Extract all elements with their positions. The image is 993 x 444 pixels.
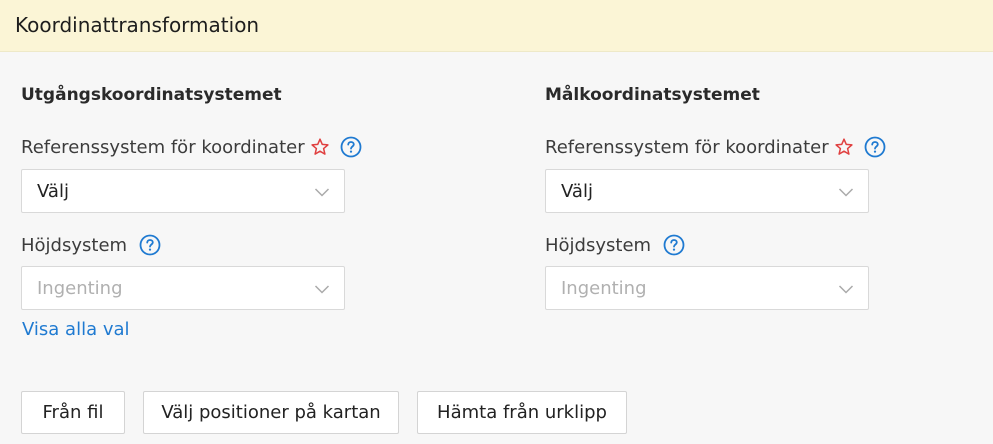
target-height-system-label-text: Höjdsystem [545,234,652,256]
source-ref-system-select[interactable]: Välj [21,169,345,213]
chevron-down-icon [838,184,854,198]
required-star-icon [310,137,330,157]
source-ref-system-label-text: Referenssystem för koordinater [21,136,305,158]
target-ref-system-value: Välj [561,180,593,202]
from-file-button[interactable]: Från fil [21,391,125,434]
help-icon[interactable] [864,136,886,158]
help-icon[interactable] [663,234,685,256]
target-ref-system-label-text: Referenssystem för koordinater [545,136,829,158]
target-height-system-placeholder: Ingenting [561,277,647,299]
source-height-system-label: Höjdsystem [21,234,161,256]
from-clipboard-button[interactable]: Hämta från urklipp [417,391,627,434]
source-height-system-select[interactable]: Ingenting [21,266,345,310]
chevron-down-icon [838,281,854,295]
chevron-down-icon [314,281,330,295]
target-height-system-label: Höjdsystem [545,234,685,256]
source-height-system-label-text: Höjdsystem [21,234,128,256]
source-ref-system-label: Referenssystem för koordinater [21,136,362,158]
target-ref-system-select[interactable]: Välj [545,169,869,213]
required-star-icon [834,137,854,157]
target-ref-system-label: Referenssystem för koordinater [545,136,886,158]
page-header: Koordinattransformation [0,0,993,52]
help-icon[interactable] [139,234,161,256]
target-section-title: Målkoordinatsystemet [545,85,760,105]
page-title: Koordinattransformation [15,13,260,37]
show-all-options-link[interactable]: Visa alla val [22,319,130,340]
source-height-system-placeholder: Ingenting [37,277,123,299]
pick-positions-on-map-button[interactable]: Välj positioner på kartan [143,391,399,434]
source-ref-system-value: Välj [37,180,69,202]
target-height-system-select[interactable]: Ingenting [545,266,869,310]
source-section-title: Utgångskoordinatsystemet [21,85,282,105]
help-icon[interactable] [340,136,362,158]
chevron-down-icon [314,184,330,198]
